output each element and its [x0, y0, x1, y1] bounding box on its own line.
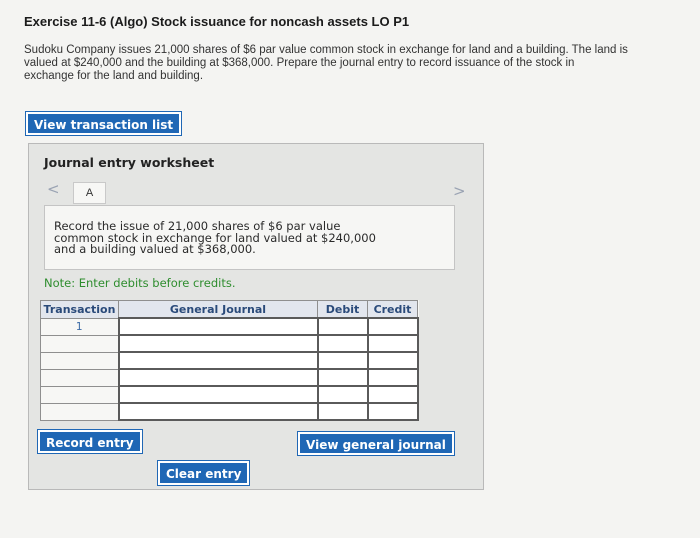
account-input[interactable] — [117, 385, 319, 404]
problem-line: Sudoku Company issues 21,000 shares of $… — [24, 44, 628, 56]
clear-entry-button[interactable]: Clear entry — [156, 460, 251, 486]
debit-input[interactable] — [316, 368, 369, 387]
chevron-left-icon[interactable]: < — [47, 180, 60, 198]
table-row — [40, 385, 419, 404]
table-row — [40, 351, 419, 370]
tab-a[interactable]: A — [73, 182, 106, 204]
transaction-cell — [40, 351, 119, 370]
account-input[interactable] — [117, 317, 319, 336]
debit-input[interactable] — [316, 334, 369, 353]
account-input[interactable] — [117, 402, 319, 421]
column-header-transaction: Transaction — [40, 300, 119, 319]
transaction-cell — [40, 385, 119, 404]
credit-input[interactable] — [366, 317, 419, 336]
credit-input[interactable] — [366, 351, 419, 370]
debit-input[interactable] — [316, 385, 369, 404]
view-general-journal-button[interactable]: View general journal — [297, 431, 455, 456]
instruction-text: Record the issue of 21,000 shares of $6 … — [54, 220, 424, 256]
account-input[interactable] — [117, 334, 319, 353]
debit-input[interactable] — [316, 402, 369, 421]
table-row — [40, 334, 419, 353]
record-entry-button[interactable]: Record entry — [37, 429, 143, 454]
transaction-cell: 1 — [40, 317, 119, 336]
column-header-credit: Credit — [367, 300, 418, 319]
transaction-cell — [40, 402, 119, 421]
transaction-cell — [40, 334, 119, 353]
credit-input[interactable] — [366, 385, 419, 404]
account-input[interactable] — [117, 368, 319, 387]
debit-input[interactable] — [316, 351, 369, 370]
table-row — [40, 368, 419, 387]
column-header-general-journal: General Journal — [118, 300, 318, 319]
credit-input[interactable] — [366, 368, 419, 387]
credit-input[interactable] — [366, 402, 419, 421]
instruction-line: and a building valued at $368,000. — [54, 242, 256, 256]
table-row: 1 — [40, 317, 419, 336]
chevron-right-icon[interactable]: > — [453, 182, 466, 200]
exercise-title: Exercise 11-6 (Algo) Stock issuance for … — [24, 14, 410, 29]
view-transaction-list-button[interactable]: View transaction list — [24, 111, 183, 136]
transaction-cell — [40, 368, 119, 387]
table-row — [40, 402, 419, 421]
worksheet-title: Journal entry worksheet — [44, 155, 215, 170]
journal-table: Transaction General Journal Debit Credit… — [40, 300, 419, 421]
debit-input[interactable] — [316, 317, 369, 336]
problem-line: exchange for the land and building. — [24, 70, 204, 82]
debits-note: Note: Enter debits before credits. — [44, 276, 236, 290]
problem-statement: Sudoku Company issues 21,000 shares of $… — [24, 44, 684, 83]
problem-line: valued at $240,000 and the building at $… — [24, 57, 575, 69]
column-header-debit: Debit — [317, 300, 368, 319]
account-input[interactable] — [117, 351, 319, 370]
credit-input[interactable] — [366, 334, 419, 353]
